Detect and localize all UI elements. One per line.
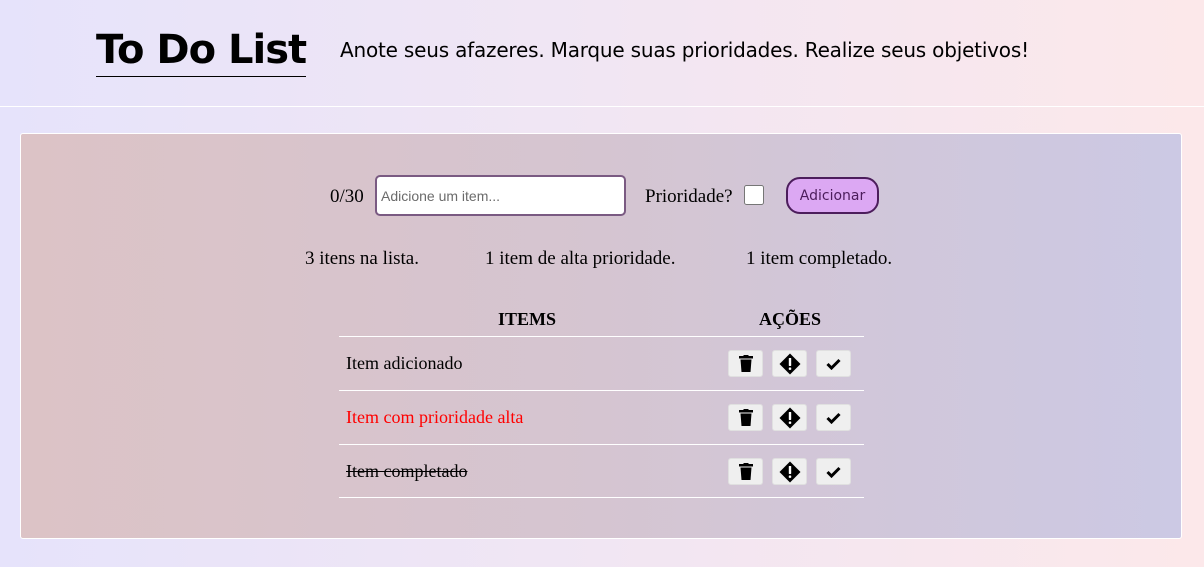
trash-icon [738,463,753,480]
todo-panel: 0/30 Prioridade? Adicionar 3 itens na li… [20,133,1182,539]
delete-button[interactable] [728,458,763,485]
table-row: Item com prioridade alta [339,390,864,444]
priority-diamond-icon [779,353,800,374]
check-icon [826,466,841,478]
page-title: To Do List [96,26,307,77]
priority-label: Prioridade? [645,186,733,207]
item-text: Item adicionado [346,353,463,373]
complete-button[interactable] [816,350,851,377]
page-header: To Do List Anote seus afazeres. Marque s… [0,0,1204,107]
page-subtitle: Anote seus afazeres. Marque suas priorid… [340,38,1029,62]
delete-button[interactable] [728,350,763,377]
delete-button[interactable] [728,404,763,431]
check-icon [826,412,841,424]
item-input[interactable] [375,175,626,216]
complete-button[interactable] [816,458,851,485]
priority-button[interactable] [772,350,807,377]
stat-total-items: 3 itens na lista. [305,248,419,269]
table-row: Item adicionado [339,336,864,390]
priority-diamond-icon [779,407,800,428]
column-header-items: ITEMS [498,309,557,329]
trash-icon [738,409,753,426]
item-text: Item completado [346,461,468,481]
stat-high-priority: 1 item de alta prioridade. [485,248,676,269]
table-row: Item completado [339,444,864,498]
priority-checkbox[interactable] [744,185,764,205]
priority-diamond-icon [779,461,800,482]
priority-button[interactable] [772,458,807,485]
trash-icon [738,355,753,372]
char-counter: 0/30 [330,186,364,207]
stat-completed: 1 item completado. [746,248,893,269]
item-text: Item com prioridade alta [346,407,524,427]
priority-button[interactable] [772,404,807,431]
complete-button[interactable] [816,404,851,431]
check-icon [826,358,841,370]
column-header-actions: AÇÕES [759,309,822,329]
add-button[interactable]: Adicionar [786,177,879,214]
